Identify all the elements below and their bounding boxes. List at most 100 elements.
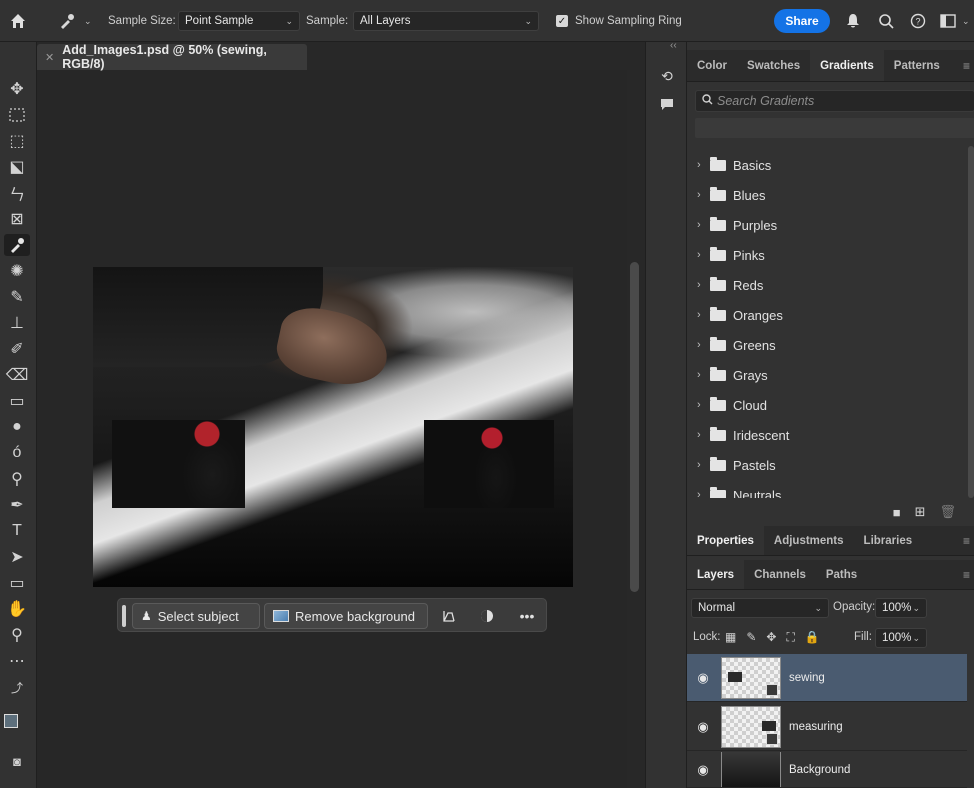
tab-properties[interactable]: Properties (687, 526, 764, 555)
history-icon[interactable]: ⟲ (657, 66, 677, 86)
tab-swatches[interactable]: Swatches (737, 50, 810, 81)
eye-icon[interactable]: ◉ (687, 762, 719, 778)
frame-tool-icon[interactable]: ⊠ (4, 208, 30, 230)
sample-size-select[interactable]: Point Sample ⌄ (178, 11, 300, 31)
layer-row-measuring[interactable]: ◉ measuring (687, 703, 967, 751)
type-tool-icon[interactable]: T (4, 520, 30, 542)
zoom-tool-icon[interactable]: ⚲ (4, 624, 30, 646)
vertical-scrollbar[interactable] (630, 262, 639, 592)
gradients-scrollbar[interactable] (968, 146, 974, 498)
search-icon[interactable] (876, 11, 896, 31)
bell-icon[interactable] (843, 11, 863, 31)
smudge-tool-icon[interactable]: ⚲ (4, 468, 30, 490)
foreground-color-swatch[interactable] (4, 714, 18, 728)
trash-icon[interactable]: 🗑 (939, 504, 956, 520)
lock-pixels-icon[interactable]: ✎ (746, 630, 756, 645)
sample-select[interactable]: All Layers ⌄ (353, 11, 539, 31)
gradient-folder-list: › Basics › Blues › Purples › Pinks › Reds › Or… (687, 150, 967, 498)
search-gradients-input[interactable]: Search Gradients (695, 90, 974, 112)
comments-icon[interactable] (657, 94, 677, 114)
collapse-icon[interactable]: ‹‹ (670, 40, 677, 51)
lock-position-icon[interactable]: ✥ (766, 630, 776, 645)
options-bar: ⌄ Sample Size: Point Sample ⌄ Sample: Al… (0, 0, 974, 42)
list-item[interactable]: › Purples (687, 210, 967, 240)
eraser-tool-icon[interactable]: ⌫ (4, 364, 30, 386)
layer-row-background[interactable]: ◉ Background (687, 752, 967, 788)
rectangle-tool-icon[interactable]: ▭ (4, 572, 30, 594)
adjustment-icon[interactable] (474, 603, 500, 629)
chevron-down-icon[interactable]: ⌄ (84, 16, 92, 27)
opacity-input[interactable]: 100% ⌄ (875, 598, 927, 618)
marquee-tool-icon[interactable] (4, 104, 30, 126)
panel-menu-icon[interactable]: ≡ (963, 568, 970, 582)
blur-tool-icon[interactable]: ● (4, 416, 30, 438)
list-item[interactable]: › Neutrals (687, 480, 967, 498)
clone-stamp-tool-icon[interactable]: ⊥ (4, 312, 30, 334)
list-item[interactable]: › Greens (687, 330, 967, 360)
eye-icon[interactable]: ◉ (687, 670, 719, 686)
list-item[interactable]: › Reds (687, 270, 967, 300)
drag-handle[interactable] (122, 605, 126, 627)
list-item[interactable]: › Iridescent (687, 420, 967, 450)
eyedropper-tool-preset-icon[interactable] (56, 11, 78, 31)
list-item[interactable]: › Basics (687, 150, 967, 180)
lock-artboard-icon[interactable]: ⛶ (786, 630, 794, 645)
share-button[interactable]: Share (774, 9, 830, 33)
object-selection-tool-icon[interactable]: ⬚ (4, 130, 30, 152)
fill-input[interactable]: 100% ⌄ (875, 628, 927, 648)
list-item[interactable]: › Pastels (687, 450, 967, 480)
more-options-icon[interactable]: ••• (514, 603, 540, 629)
dodge-tool-icon[interactable]: ó (4, 442, 30, 464)
close-icon[interactable]: ✕ (45, 51, 54, 64)
quick-mask-icon[interactable]: ◙ (4, 750, 30, 772)
workspace-icon[interactable] (938, 11, 958, 31)
crop-select-tool-icon[interactable]: ⬕ (4, 156, 30, 178)
chevron-down-icon[interactable]: ⌄ (962, 16, 970, 27)
sewing-layer-photo[interactable] (112, 420, 245, 508)
lock-label: Lock: (693, 631, 721, 643)
list-item[interactable]: › Oranges (687, 300, 967, 330)
history-brush-tool-icon[interactable]: ✐ (4, 338, 30, 360)
layer-row-sewing[interactable]: ◉ sewing (687, 654, 967, 702)
list-item[interactable]: › Blues (687, 180, 967, 210)
more-tools-icon[interactable]: ⋯ (4, 650, 30, 672)
tab-gradients[interactable]: Gradients (810, 50, 884, 81)
eye-icon[interactable]: ◉ (687, 719, 719, 735)
panel-menu-icon[interactable]: ≡ (963, 59, 970, 73)
tab-patterns[interactable]: Patterns (884, 50, 950, 81)
tab-libraries[interactable]: Libraries (854, 526, 923, 555)
document-canvas[interactable] (93, 267, 573, 587)
measuring-layer-photo[interactable] (424, 420, 554, 508)
hand-tool-icon[interactable]: ✋ (4, 598, 30, 620)
spot-healing-tool-icon[interactable]: ✺ (4, 260, 30, 282)
list-item[interactable]: › Cloud (687, 390, 967, 420)
path-selection-tool-icon[interactable]: ➤ (4, 546, 30, 568)
tab-adjustments[interactable]: Adjustments (764, 526, 854, 555)
brush-tool-icon[interactable]: ✎ (4, 286, 30, 308)
swap-colors-icon[interactable]: ⤴ (4, 676, 30, 698)
transform-icon[interactable] (436, 603, 462, 629)
lock-transparent-icon[interactable]: ▦ (725, 630, 736, 645)
remove-background-button[interactable]: Remove background (264, 603, 428, 629)
tab-layers[interactable]: Layers (687, 560, 745, 589)
crop-tool-icon[interactable]: ㄣ (4, 182, 30, 204)
panel-menu-icon[interactable]: ≡ (963, 534, 970, 548)
list-item[interactable]: › Pinks (687, 240, 967, 270)
eyedropper-tool-icon[interactable] (4, 234, 30, 256)
select-subject-button[interactable]: ♟ Select subject (132, 603, 260, 629)
tab-paths[interactable]: Paths (816, 560, 867, 589)
lock-all-icon[interactable]: 🔒 (805, 630, 820, 645)
tab-channels[interactable]: Channels (744, 560, 816, 589)
document-tab[interactable]: ✕ Add_Images1.psd @ 50% (sewing, RGB/8) (37, 43, 307, 71)
list-item[interactable]: › Grays (687, 360, 967, 390)
home-icon[interactable] (8, 11, 28, 31)
help-icon[interactable]: ? (908, 11, 928, 31)
tab-color[interactable]: Color (687, 50, 737, 81)
new-folder-icon[interactable]: ■ (893, 505, 901, 520)
blend-mode-select[interactable]: Normal ⌄ (691, 598, 829, 618)
move-tool-icon[interactable]: ✥ (4, 78, 30, 100)
new-gradient-icon[interactable]: ⊞ (915, 504, 926, 520)
show-sampling-ring-checkbox[interactable]: ✓ (556, 15, 568, 27)
pen-tool-icon[interactable]: ✒ (4, 494, 30, 516)
gradient-tool-icon[interactable]: ▭ (4, 390, 30, 412)
